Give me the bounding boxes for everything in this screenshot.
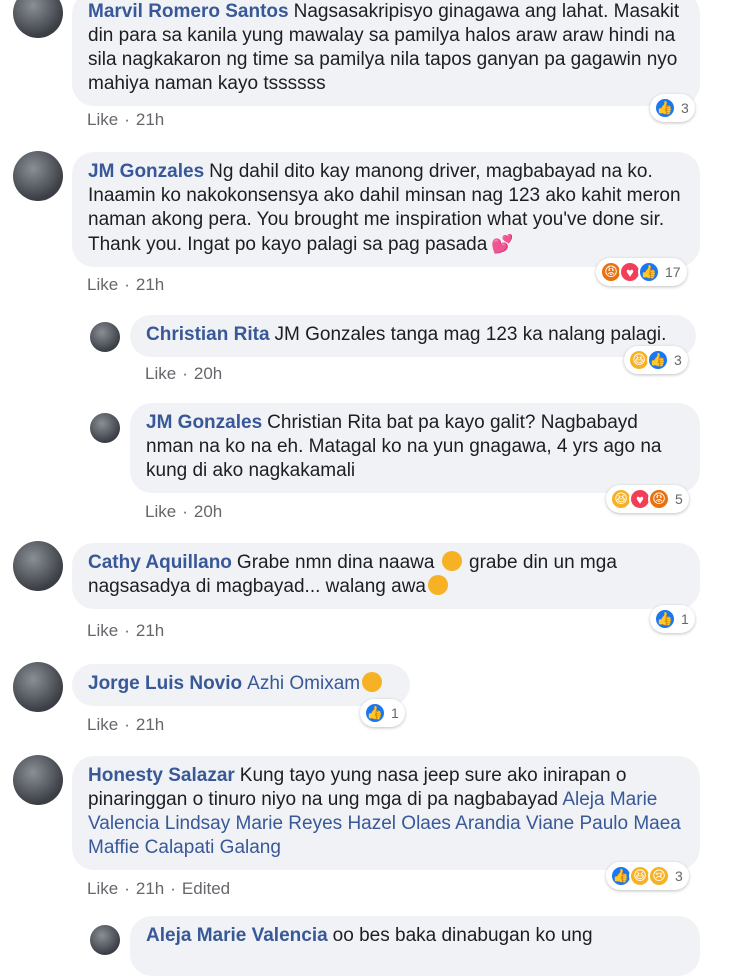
like-button[interactable]: Like: [87, 275, 118, 294]
like-button[interactable]: Like: [87, 110, 118, 129]
mention-link[interactable]: Azhi Omixam: [247, 673, 360, 694]
comment-text: oo bes baka dinabugan ko ung: [332, 925, 593, 946]
reaction-summary[interactable]: 👍 1: [360, 699, 405, 727]
avatar[interactable]: [13, 755, 63, 805]
timestamp[interactable]: 20h: [194, 364, 222, 383]
like-button[interactable]: Like: [87, 879, 118, 898]
reaction-count: 3: [681, 100, 689, 116]
like-reaction-icon: 👍: [654, 608, 676, 630]
timestamp[interactable]: 21h: [136, 275, 164, 294]
avatar[interactable]: [13, 662, 63, 712]
reaction-summary[interactable]: 👍 😆 😢 3: [606, 862, 689, 890]
hearts-emoji-icon: 💕: [491, 234, 514, 254]
comment-author[interactable]: Honesty Salazar: [88, 765, 235, 786]
separator: ·: [124, 879, 130, 898]
reaction-count: 3: [675, 868, 683, 884]
comment-bubble: Cathy Aquillano Grabe nmn dina naawa grab…: [72, 543, 700, 609]
comment-text: Grabe nmn dina naawa: [236, 552, 435, 573]
like-button[interactable]: Like: [145, 502, 176, 521]
avatar[interactable]: [90, 413, 120, 443]
like-reaction-icon: 👍: [654, 97, 676, 119]
reaction-summary[interactable]: 👍 1: [650, 605, 695, 633]
frown-emoji-icon: [428, 575, 449, 595]
like-reaction-icon: 👍: [638, 261, 660, 283]
comment-bubble: JM Gonzales Ng dahil dito kay manong driv…: [72, 152, 700, 267]
comment-author[interactable]: Cathy Aquillano: [88, 552, 232, 573]
like-button[interactable]: Like: [87, 715, 118, 734]
reaction-count: 3: [674, 352, 682, 368]
timestamp[interactable]: 21h: [136, 621, 164, 640]
edited-label[interactable]: Edited: [182, 879, 230, 898]
reaction-summary[interactable]: 😡 ♥ 👍 17: [596, 258, 687, 286]
comment-text: JM Gonzales tanga mag 123 ka nalang pala…: [274, 324, 667, 345]
like-reaction-icon: 👍: [647, 349, 669, 371]
separator: ·: [124, 715, 130, 734]
avatar[interactable]: [13, 541, 63, 591]
comment-bubble: Christian Rita JM Gonzales tanga mag 123 …: [130, 315, 696, 357]
separator: ·: [182, 502, 188, 521]
timestamp[interactable]: 21h: [136, 879, 164, 898]
separator: ·: [170, 879, 176, 898]
reaction-summary[interactable]: 😆 👍 3: [624, 346, 688, 374]
reaction-count: 1: [681, 611, 689, 627]
comment-author[interactable]: JM Gonzales: [88, 161, 204, 182]
timestamp[interactable]: 21h: [136, 110, 164, 129]
separator: ·: [124, 275, 130, 294]
comment-bubble: Marvil Romero Santos Nagsasakripisyo gina…: [72, 0, 700, 106]
comment-bubble: JM Gonzales Christian Rita bat pa kayo ga…: [130, 403, 700, 493]
comment-author[interactable]: Marvil Romero Santos: [88, 1, 289, 22]
comment-actions: Like · 21h · Edited: [87, 879, 230, 899]
reaction-count: 1: [391, 705, 399, 721]
comment-actions: Like · 21h: [87, 621, 164, 641]
sad-emoji-icon: [441, 551, 462, 571]
avatar[interactable]: [90, 925, 120, 955]
comment-bubble: Aleja Marie Valencia oo bes baka dinabuga…: [130, 916, 700, 976]
like-button[interactable]: Like: [87, 621, 118, 640]
separator: ·: [124, 110, 130, 129]
reaction-count: 5: [675, 491, 683, 507]
comment-actions: Like · 21h: [87, 275, 164, 295]
comment-actions: Like · 21h: [87, 715, 164, 735]
comment-author[interactable]: JM Gonzales: [146, 412, 262, 433]
comment-actions: Like · 20h: [145, 364, 222, 384]
comment-actions: Like · 20h: [145, 502, 222, 522]
comment-actions: Like · 21h: [87, 110, 164, 130]
separator: ·: [182, 364, 188, 383]
angry-reaction-icon: 😡: [648, 488, 670, 510]
reaction-count: 17: [665, 264, 681, 280]
avatar[interactable]: [90, 322, 120, 352]
sad-reaction-icon: 😢: [648, 865, 670, 887]
comment-bubble: Honesty Salazar Kung tayo yung nasa jeep …: [72, 756, 700, 870]
avatar[interactable]: [13, 151, 63, 201]
like-reaction-icon: 👍: [364, 702, 386, 724]
timestamp[interactable]: 20h: [194, 502, 222, 521]
reaction-summary[interactable]: 😆 ♥ 😡 5: [606, 485, 689, 513]
timestamp[interactable]: 21h: [136, 715, 164, 734]
laugh-emoji-icon: [362, 672, 383, 692]
reaction-summary[interactable]: 👍 3: [650, 94, 695, 122]
avatar[interactable]: [13, 0, 63, 38]
comment-bubble: Jorge Luis Novio Azhi Omixam: [72, 664, 410, 706]
comment-author[interactable]: Jorge Luis Novio: [88, 673, 242, 694]
comment-author[interactable]: Christian Rita: [146, 324, 270, 345]
separator: ·: [124, 621, 130, 640]
comment-author[interactable]: Aleja Marie Valencia: [146, 925, 328, 946]
like-button[interactable]: Like: [145, 364, 176, 383]
